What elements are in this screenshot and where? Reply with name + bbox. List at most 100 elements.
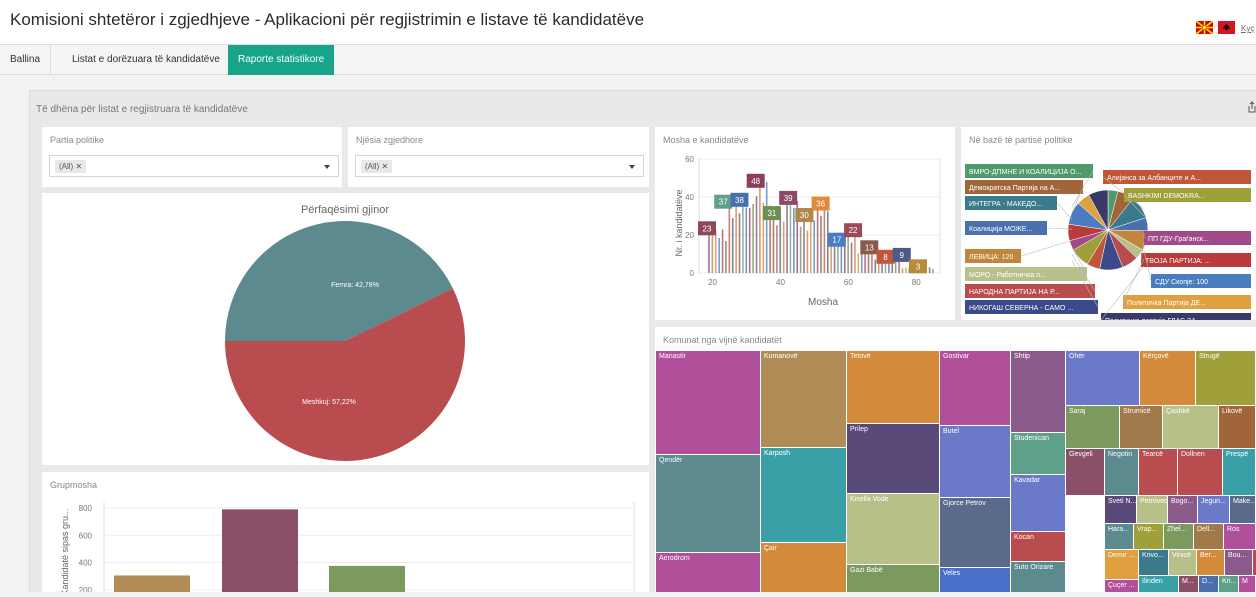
age-bar[interactable]	[857, 253, 860, 273]
treemap-cell[interactable]: Vinicë	[1169, 550, 1197, 576]
treemap-cell[interactable]: Demir ...	[1105, 550, 1139, 580]
albanian-flag-icon[interactable]	[1218, 21, 1235, 34]
age-bar[interactable]	[816, 205, 819, 273]
age-bar[interactable]	[894, 260, 897, 273]
treemap-cell[interactable]: Vrap...	[1134, 524, 1164, 550]
treemap-cell[interactable]: Aerodrom	[656, 553, 761, 592]
treemap-cell[interactable]: Strumicë	[1120, 406, 1163, 449]
unit-filter-tag[interactable]: (All) ✕	[361, 160, 393, 173]
treemap-cell[interactable]: Dollnen	[1178, 449, 1223, 496]
unit-filter-select[interactable]: (All) ✕	[355, 155, 644, 177]
nav-home[interactable]: Ballina	[0, 45, 52, 75]
treemap-cell[interactable]: Ilinden	[1139, 576, 1179, 592]
treemap-cell[interactable]: Kri...	[1219, 576, 1239, 592]
treemap-cell[interactable]: Bogo...	[1168, 496, 1198, 524]
age-bar[interactable]	[748, 207, 751, 273]
treemap-cell[interactable]: Shtip	[1011, 351, 1066, 433]
age-bar[interactable]	[837, 245, 839, 273]
age-bar[interactable]	[752, 204, 754, 273]
age-bar[interactable]	[786, 203, 788, 273]
treemap-cell[interactable]: Strugë	[1196, 351, 1256, 406]
age-bar[interactable]	[721, 229, 724, 273]
age-group-bar[interactable]	[114, 575, 190, 597]
treemap-cell[interactable]: Zhel...	[1164, 524, 1194, 550]
treemap-cell[interactable]: M...	[1179, 576, 1199, 592]
age-bar[interactable]	[776, 225, 778, 273]
treemap-cell[interactable]: Make...	[1230, 496, 1256, 524]
age-bar[interactable]	[735, 203, 737, 273]
age-bar[interactable]	[928, 267, 931, 273]
age-group-bar[interactable]	[329, 565, 405, 597]
age-bar[interactable]	[745, 207, 748, 273]
export-icon[interactable]	[1247, 101, 1256, 113]
age-bar[interactable]	[830, 243, 832, 273]
treemap-cell[interactable]: Prilep	[847, 424, 940, 494]
age-bar[interactable]	[823, 207, 826, 273]
login-link[interactable]: Kyç	[1241, 24, 1254, 33]
treemap-cell[interactable]: Kavadar	[1011, 475, 1066, 532]
age-bar[interactable]	[854, 231, 856, 273]
treemap-cell[interactable]: Gevgeli	[1066, 449, 1105, 496]
age-bar[interactable]	[759, 183, 761, 273]
age-bar[interactable]	[711, 235, 714, 273]
age-bar[interactable]	[755, 196, 758, 273]
treemap-cell[interactable]: Ber...	[1197, 550, 1225, 576]
age-bar[interactable]	[789, 204, 792, 273]
treemap-cell[interactable]: Butel	[940, 426, 1011, 498]
age-group-bar[interactable]	[222, 509, 298, 597]
treemap-cell[interactable]: Negotin	[1105, 449, 1139, 496]
treemap-cell[interactable]: Sveti N...	[1105, 496, 1137, 524]
age-bar[interactable]	[779, 215, 782, 273]
treemap-cell[interactable]: Kërçovë	[1140, 351, 1196, 406]
macedonian-flag-icon[interactable]	[1196, 21, 1213, 34]
age-bar[interactable]	[742, 204, 744, 273]
treemap-cell[interactable]: Çashkë	[1163, 406, 1219, 449]
age-bar[interactable]	[731, 218, 734, 273]
age-bar[interactable]	[765, 181, 768, 273]
treemap-cell[interactable]: Qendër	[656, 455, 761, 553]
treemap-cell[interactable]: Studenican	[1011, 433, 1066, 475]
age-bar[interactable]	[813, 220, 816, 273]
age-bar[interactable]	[850, 242, 853, 273]
age-bar[interactable]	[833, 242, 836, 273]
age-bar[interactable]	[820, 215, 822, 273]
nav-submitted-lists[interactable]: Listat e dorëzuara të kandidatëve	[62, 45, 231, 75]
age-bar[interactable]	[772, 214, 775, 273]
age-bar[interactable]	[874, 259, 877, 273]
treemap-cell[interactable]: Likovë	[1219, 406, 1256, 449]
chevron-down-icon[interactable]	[629, 165, 635, 169]
treemap-cell[interactable]: M	[1239, 576, 1256, 592]
treemap-cell[interactable]: Karposh	[761, 448, 847, 543]
age-bar[interactable]	[803, 216, 805, 273]
age-bar[interactable]	[718, 237, 720, 273]
party-filter-select[interactable]: (All) ✕	[49, 155, 339, 177]
treemap-cell[interactable]: Jegun...	[1198, 496, 1230, 524]
treemap-cell[interactable]: Gostivar	[940, 351, 1011, 426]
treemap-cell[interactable]: Hara...	[1105, 524, 1134, 550]
age-bar[interactable]	[810, 216, 812, 273]
age-bar[interactable]	[725, 241, 727, 273]
age-bar[interactable]	[847, 231, 849, 273]
treemap-cell[interactable]: Gazi Babë	[847, 565, 940, 592]
treemap-cell[interactable]: Ros	[1224, 524, 1256, 550]
age-bar[interactable]	[782, 221, 785, 273]
age-bar[interactable]	[708, 232, 710, 273]
treemap-cell[interactable]: Kumanovë	[761, 351, 847, 448]
age-bar[interactable]	[799, 226, 802, 273]
treemap-cell[interactable]: Bou...	[1225, 550, 1253, 576]
chevron-down-icon[interactable]	[324, 165, 330, 169]
treemap-cell[interactable]: Dell...	[1194, 524, 1224, 550]
treemap-cell[interactable]: Kocan	[1011, 532, 1066, 562]
age-bar[interactable]	[932, 268, 934, 273]
treemap-cell[interactable]: Çuçer ...	[1105, 580, 1139, 592]
age-bar[interactable]	[905, 267, 907, 273]
treemap-cell[interactable]: Suto Orizare	[1011, 562, 1066, 592]
nav-statistical-reports[interactable]: Raporte statistikore	[228, 45, 335, 75]
treemap-cell[interactable]: Kisella Vode	[847, 494, 940, 565]
treemap-cell[interactable]: D...	[1199, 576, 1219, 592]
age-bar[interactable]	[738, 213, 741, 273]
age-bar[interactable]	[806, 230, 809, 273]
age-bar[interactable]	[901, 268, 904, 273]
treemap-cell[interactable]: Prespë	[1223, 449, 1256, 496]
treemap-cell[interactable]: Petrovec	[1137, 496, 1168, 524]
